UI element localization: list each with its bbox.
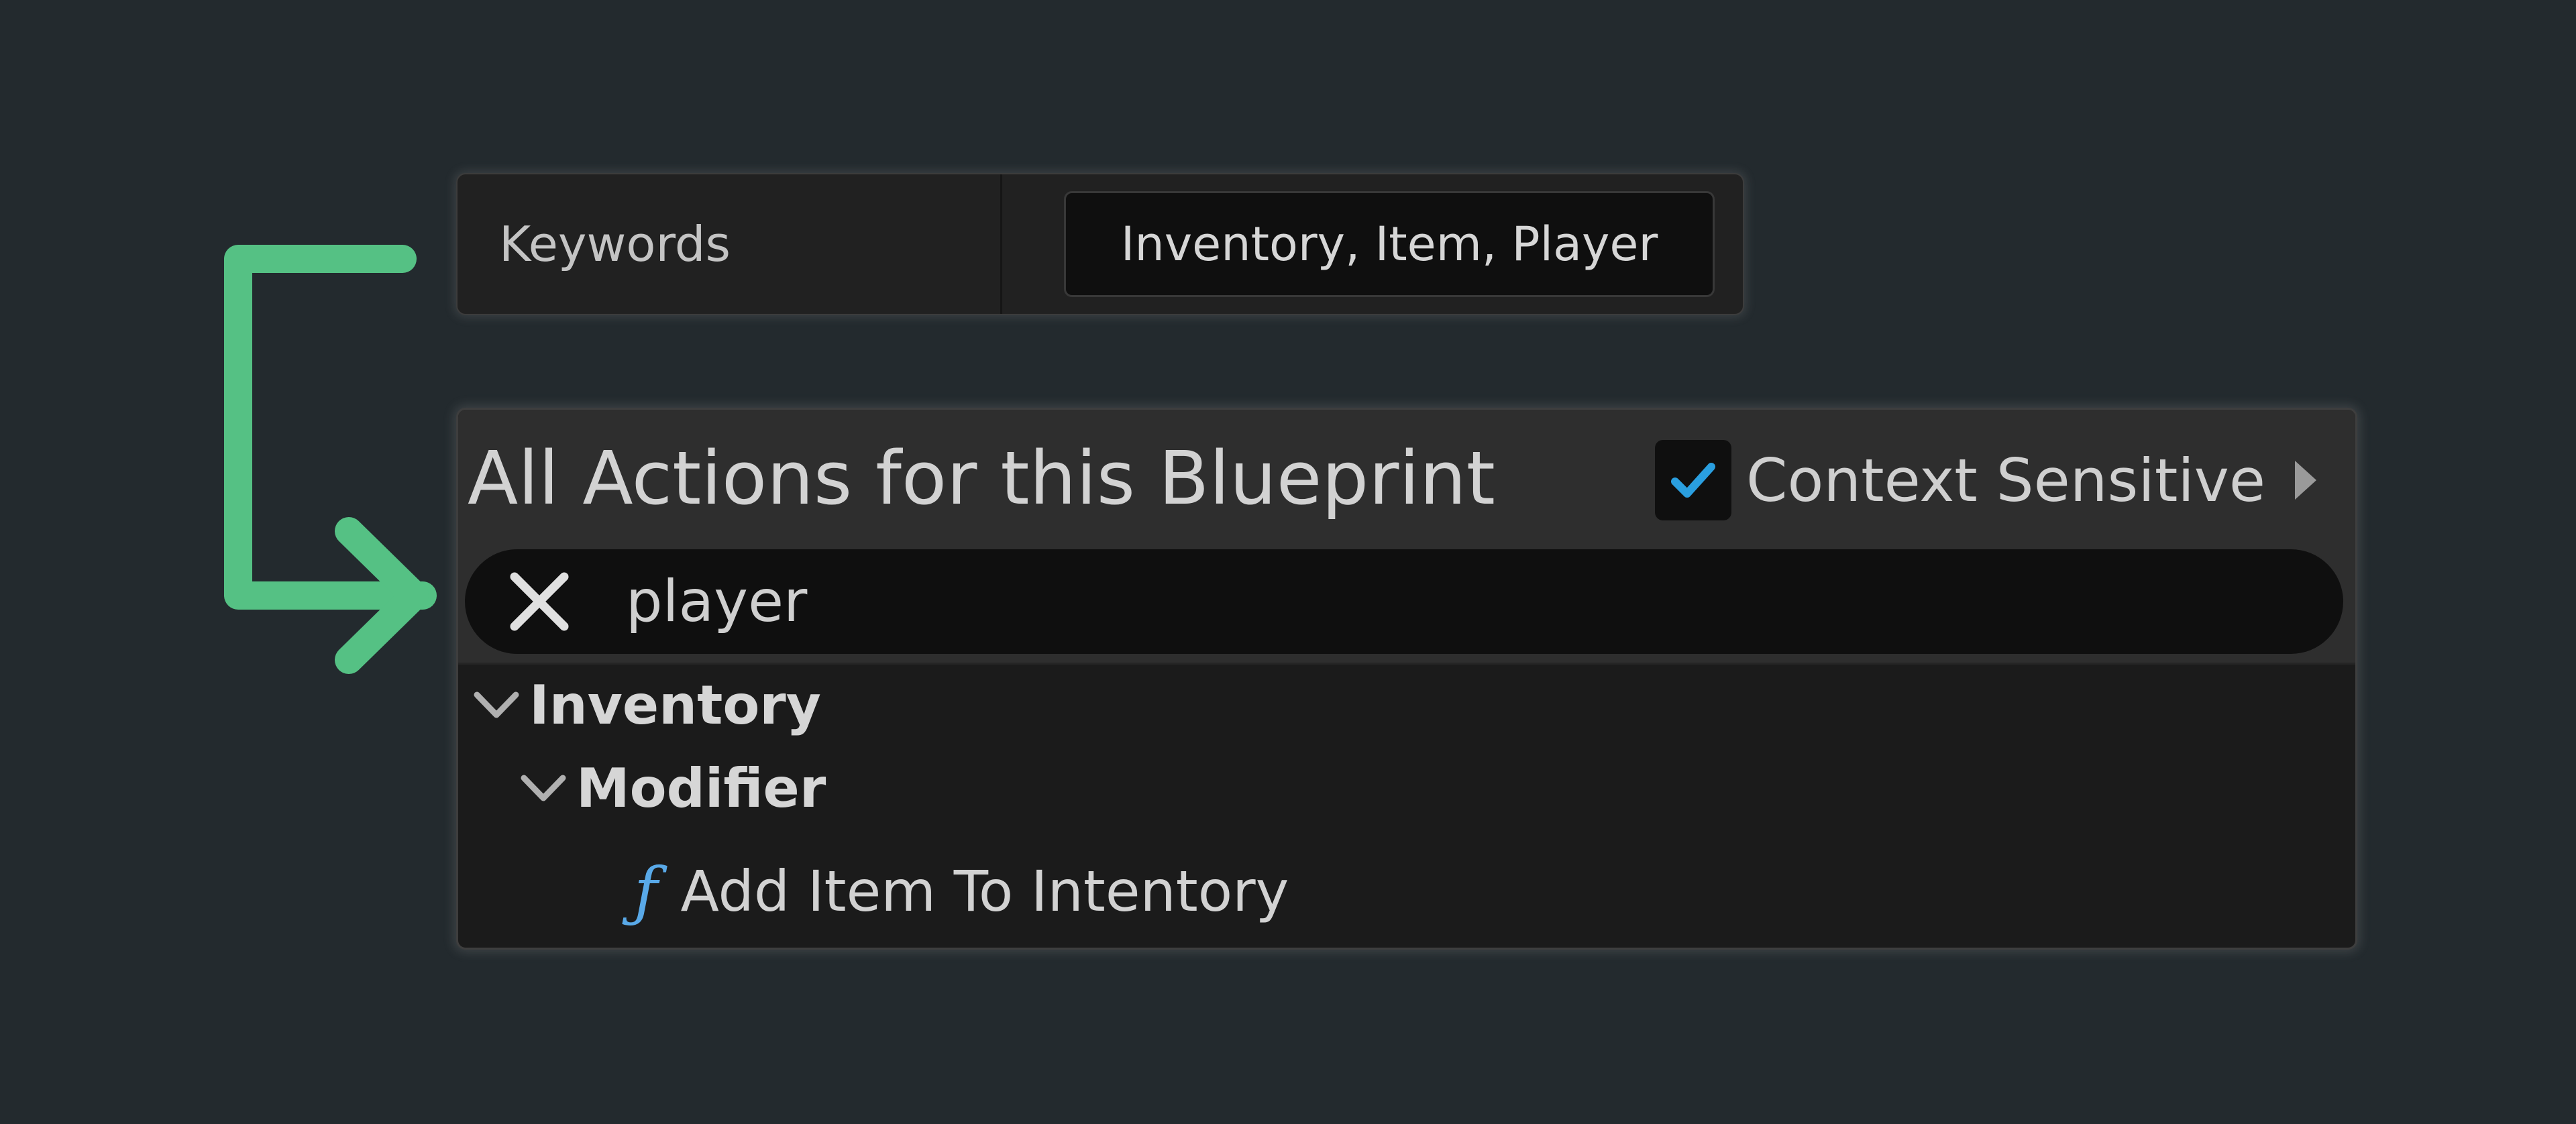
- canvas: Keywords Inventory, Item, Player All Act…: [0, 0, 2576, 1124]
- keywords-value-cell: Inventory, Item, Player: [1002, 174, 1743, 314]
- blueprint-action-menu: All Actions for this Blueprint Context S…: [456, 408, 2357, 950]
- tree-category-modifier[interactable]: Modifier: [520, 751, 826, 825]
- tree-category-inventory[interactable]: Inventory: [473, 668, 821, 742]
- keywords-details-row: Keywords Inventory, Item, Player: [456, 173, 1744, 315]
- expand-arrow-icon[interactable]: [2292, 458, 2319, 502]
- context-sensitive-toggle[interactable]: Context Sensitive: [1655, 437, 2319, 524]
- keywords-input[interactable]: Inventory, Item, Player: [1064, 191, 1715, 297]
- close-icon[interactable]: [509, 571, 570, 632]
- tree-action-add-item[interactable]: ƒ Add Item To Intentory: [634, 854, 1289, 929]
- action-menu-title: All Actions for this Blueprint: [468, 435, 1495, 521]
- chevron-down-icon[interactable]: [473, 689, 520, 720]
- action-menu-header: All Actions for this Blueprint Context S…: [458, 410, 2355, 665]
- search-input[interactable]: player: [626, 568, 807, 635]
- tree-action-label: Add Item To Intentory: [680, 858, 1289, 924]
- keywords-label: Keywords: [499, 216, 731, 272]
- function-icon: ƒ: [634, 854, 658, 929]
- checkmark-icon: [1671, 463, 1716, 498]
- context-sensitive-label: Context Sensitive: [1746, 445, 2265, 515]
- keywords-label-cell: Keywords: [458, 174, 1002, 314]
- chevron-down-icon[interactable]: [520, 773, 567, 803]
- search-bar[interactable]: player: [465, 549, 2343, 654]
- context-sensitive-checkbox[interactable]: [1655, 440, 1732, 520]
- tree-category-label: Inventory: [529, 673, 821, 736]
- tree-subcategory-label: Modifier: [576, 756, 826, 820]
